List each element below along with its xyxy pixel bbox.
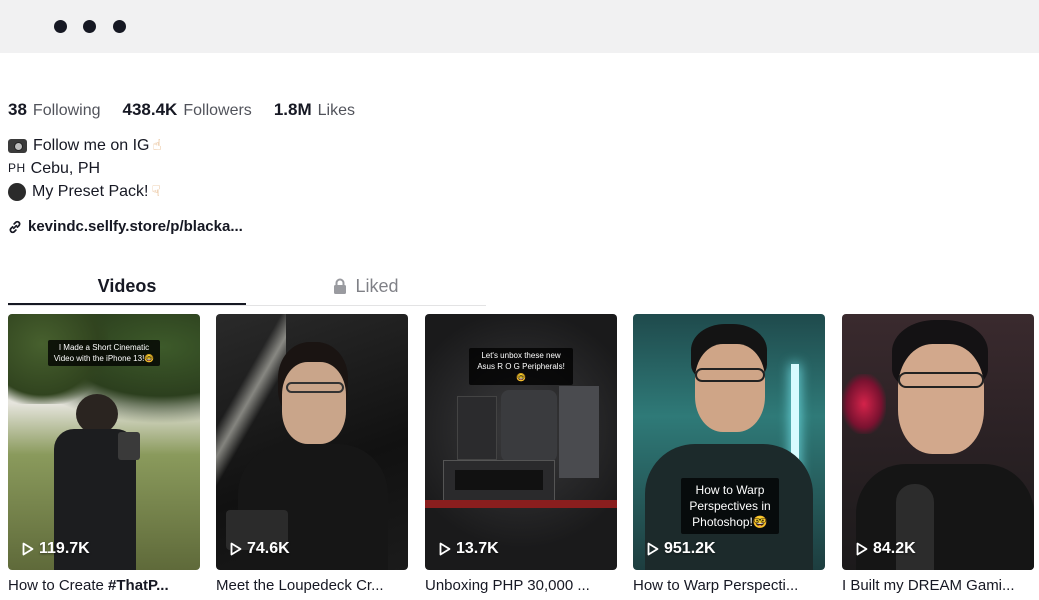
- tab-videos-label: Videos: [97, 275, 157, 296]
- video-thumbnail[interactable]: 74.6K: [216, 314, 408, 570]
- video-views: 84.2K: [856, 540, 916, 558]
- stat-likes: 1.8M Likes: [274, 100, 355, 120]
- lock-icon: [334, 278, 347, 294]
- play-icon: [647, 542, 659, 556]
- video-caption[interactable]: I Built my DREAM Gami...: [842, 577, 1034, 594]
- play-icon: [230, 542, 242, 556]
- video-overlay-text: How to Warp Perspectives in Photoshop!🤓: [681, 478, 779, 534]
- profile-stats: 38 Following 438.4K Followers 1.8M Likes: [8, 100, 377, 120]
- black-circle-icon: [8, 182, 26, 201]
- bio-line1-text: Follow me on IG: [33, 137, 150, 154]
- bio-line3-text: My Preset Pack!: [32, 183, 149, 200]
- video-caption[interactable]: Meet the Loupedeck Cr...: [216, 577, 408, 594]
- play-icon: [856, 542, 868, 556]
- profile-link[interactable]: kevindc.sellfy.store/p/blacka...: [8, 218, 243, 235]
- followers-count: 438.4K: [122, 100, 178, 119]
- bio-line2-text: Cebu, PH: [30, 160, 101, 177]
- video-views-count: 13.7K: [456, 540, 499, 557]
- following-label: Following: [32, 102, 101, 119]
- video-thumbnail[interactable]: How to Warp Perspectives in Photoshop!🤓 …: [633, 314, 825, 570]
- tab-videos[interactable]: Videos: [8, 268, 246, 304]
- video-caption[interactable]: How to Warp Perspecti...: [633, 577, 825, 594]
- camera-icon: [8, 138, 27, 153]
- video-views-count: 74.6K: [247, 540, 290, 557]
- video-overlay-text: I Made a Short Cinematic Video with the …: [48, 340, 160, 366]
- bio-line-instagram: Follow me on IG ☝: [8, 134, 162, 157]
- video-views-count: 84.2K: [873, 540, 916, 557]
- video-thumbnail[interactable]: 84.2K: [842, 314, 1034, 570]
- bio-line-preset: My Preset Pack! ☟: [8, 180, 162, 203]
- video-caption-hashtag[interactable]: #ThatP...: [108, 577, 169, 594]
- video-views: 119.7K: [22, 540, 90, 558]
- link-icon: [9, 220, 21, 233]
- bio-line-location: PH Cebu, PH: [8, 157, 162, 180]
- active-tab-indicator: [8, 303, 246, 305]
- video-card[interactable]: Let's unbox these new Asus R O G Periphe…: [425, 314, 617, 594]
- followers-label: Followers: [183, 102, 252, 119]
- profile-bio: Follow me on IG ☝ PH Cebu, PH My Preset …: [8, 134, 162, 203]
- video-card[interactable]: 74.6K Meet the Loupedeck Cr...: [216, 314, 408, 594]
- play-icon: [439, 542, 451, 556]
- play-icon: [22, 542, 34, 556]
- video-card[interactable]: I Made a Short Cinematic Video with the …: [8, 314, 200, 594]
- video-views-count: 119.7K: [39, 540, 90, 557]
- likes-count: 1.8M: [273, 100, 312, 119]
- video-thumbnail[interactable]: Let's unbox these new Asus R O G Periphe…: [425, 314, 617, 570]
- video-card[interactable]: How to Warp Perspectives in Photoshop!🤓 …: [633, 314, 825, 594]
- video-caption[interactable]: Unboxing PHP 30,000 ...: [425, 577, 617, 594]
- likes-label: Likes: [317, 102, 355, 119]
- video-views: 74.6K: [230, 540, 290, 558]
- tab-liked[interactable]: Liked: [246, 268, 486, 304]
- following-count: 38: [8, 100, 27, 119]
- profile-tabs: Videos Liked: [8, 268, 486, 306]
- video-overlay-text: Let's unbox these new Asus R O G Periphe…: [469, 348, 573, 385]
- stat-followers[interactable]: 438.4K Followers: [123, 100, 252, 120]
- stat-following[interactable]: 38 Following: [8, 100, 101, 120]
- more-dots-icon[interactable]: [50, 0, 130, 53]
- top-bar: [0, 0, 1039, 53]
- video-thumbnail[interactable]: I Made a Short Cinematic Video with the …: [8, 314, 200, 570]
- video-caption-text: How to Create: [8, 577, 109, 594]
- flag-ph-tag: PH: [8, 161, 26, 175]
- video-card[interactable]: 84.2K I Built my DREAM Gami...: [842, 314, 1034, 594]
- video-views-count: 951.2K: [664, 540, 716, 557]
- profile-link-text: kevindc.sellfy.store/p/blacka...: [28, 218, 243, 235]
- video-grid: I Made a Short Cinematic Video with the …: [8, 314, 1034, 600]
- video-views: 13.7K: [439, 540, 499, 558]
- video-caption[interactable]: How to Create #ThatP...: [8, 577, 200, 594]
- pointing-hand-icon: ☟: [151, 183, 161, 200]
- tab-liked-label: Liked: [355, 275, 399, 296]
- video-views: 951.2K: [647, 540, 716, 558]
- pointing-hand-icon: ☝: [152, 137, 162, 154]
